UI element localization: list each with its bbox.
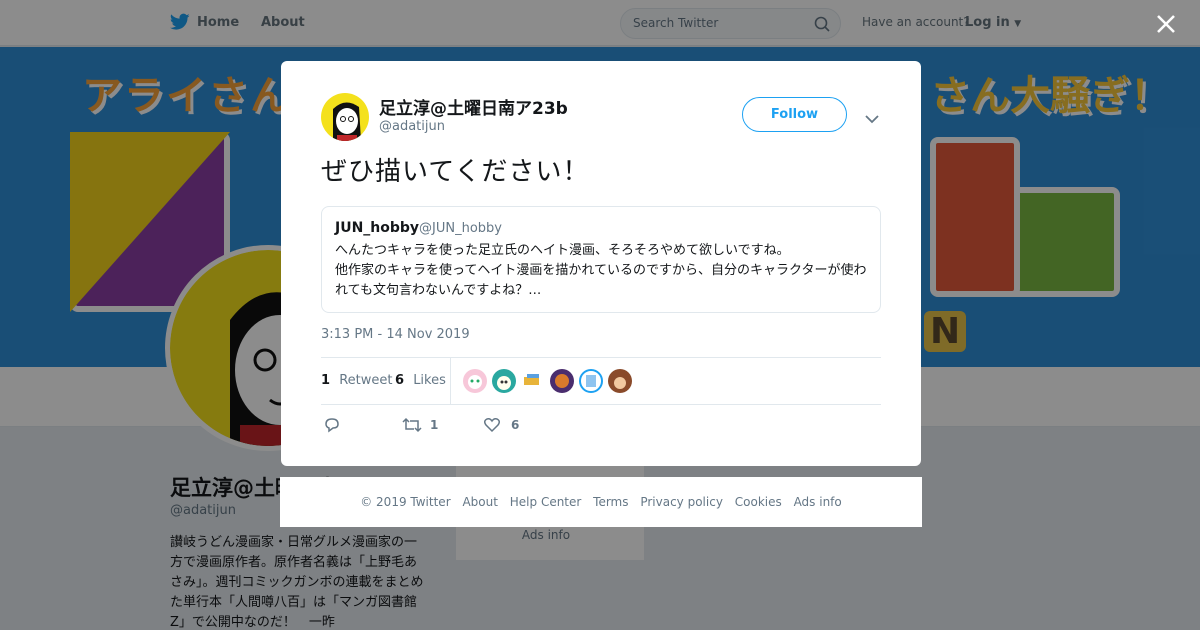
footer-about-link[interactable]: About [462, 495, 497, 509]
liker-avatar[interactable] [463, 369, 487, 393]
retweet-icon[interactable] [402, 416, 422, 436]
liker-avatar[interactable] [608, 369, 632, 393]
footer-privacy-link[interactable]: Privacy policy [640, 495, 723, 509]
footer-ads-link[interactable]: Ads info [794, 495, 842, 509]
footer-copyright: © 2019 Twitter [360, 495, 451, 509]
retweet-stat-label: Retweet [339, 373, 393, 388]
retweet-action-count: 1 [430, 418, 439, 432]
author-name[interactable]: 足立淳@土曜日南ア23b [379, 94, 568, 119]
footer-cookies-link[interactable]: Cookies [735, 495, 782, 509]
author-handle[interactable]: @adatijun [379, 119, 445, 134]
tweet-text: ぜひ描いてください！ [321, 157, 590, 187]
tweet-modal: 足立淳@土曜日南ア23b @adatijun Follow ぜひ描いてください！… [281, 61, 921, 466]
liker-avatar[interactable] [521, 369, 545, 393]
likes-stat-label: Likes [413, 373, 446, 388]
author-avatar[interactable] [321, 93, 369, 141]
quoted-author-handle: @JUN_hobby [419, 221, 502, 236]
stats-divider [450, 358, 451, 404]
likes-stat-count: 6 [395, 373, 405, 388]
tweet-timestamp[interactable]: 3:13 PM - 14 Nov 2019 [321, 327, 470, 342]
like-icon[interactable] [483, 416, 501, 436]
retweet-stat[interactable]: 1 Retweet [321, 373, 392, 388]
quoted-tweet-body: へんたつキャラを使った足立氏のヘイト漫画、そろそろやめて欲しいですね。 他作家の… [335, 243, 867, 298]
liker-avatar[interactable] [492, 369, 516, 393]
likes-stat[interactable]: 6 Likes [395, 373, 446, 388]
reply-icon[interactable] [323, 416, 341, 436]
close-icon[interactable] [1154, 12, 1178, 36]
tweet-stats: 1 Retweet 6 Likes [321, 357, 881, 405]
caret-down-icon[interactable] [865, 109, 879, 124]
quoted-author-name: JUN_hobby [335, 220, 420, 236]
liker-avatar[interactable] [550, 369, 574, 393]
liker-avatar[interactable] [579, 369, 603, 393]
footer: © 2019 Twitter About Help Center Terms P… [280, 477, 922, 527]
retweet-stat-count: 1 [321, 373, 331, 388]
footer-terms-link[interactable]: Terms [593, 495, 628, 509]
quoted-tweet[interactable]: JUN_hobby @JUN_hobby へんたつキャラを使った足立氏のヘイト漫… [321, 206, 881, 313]
like-action-count: 6 [511, 418, 520, 432]
follow-button[interactable]: Follow [742, 97, 847, 132]
footer-help-link[interactable]: Help Center [510, 495, 582, 509]
